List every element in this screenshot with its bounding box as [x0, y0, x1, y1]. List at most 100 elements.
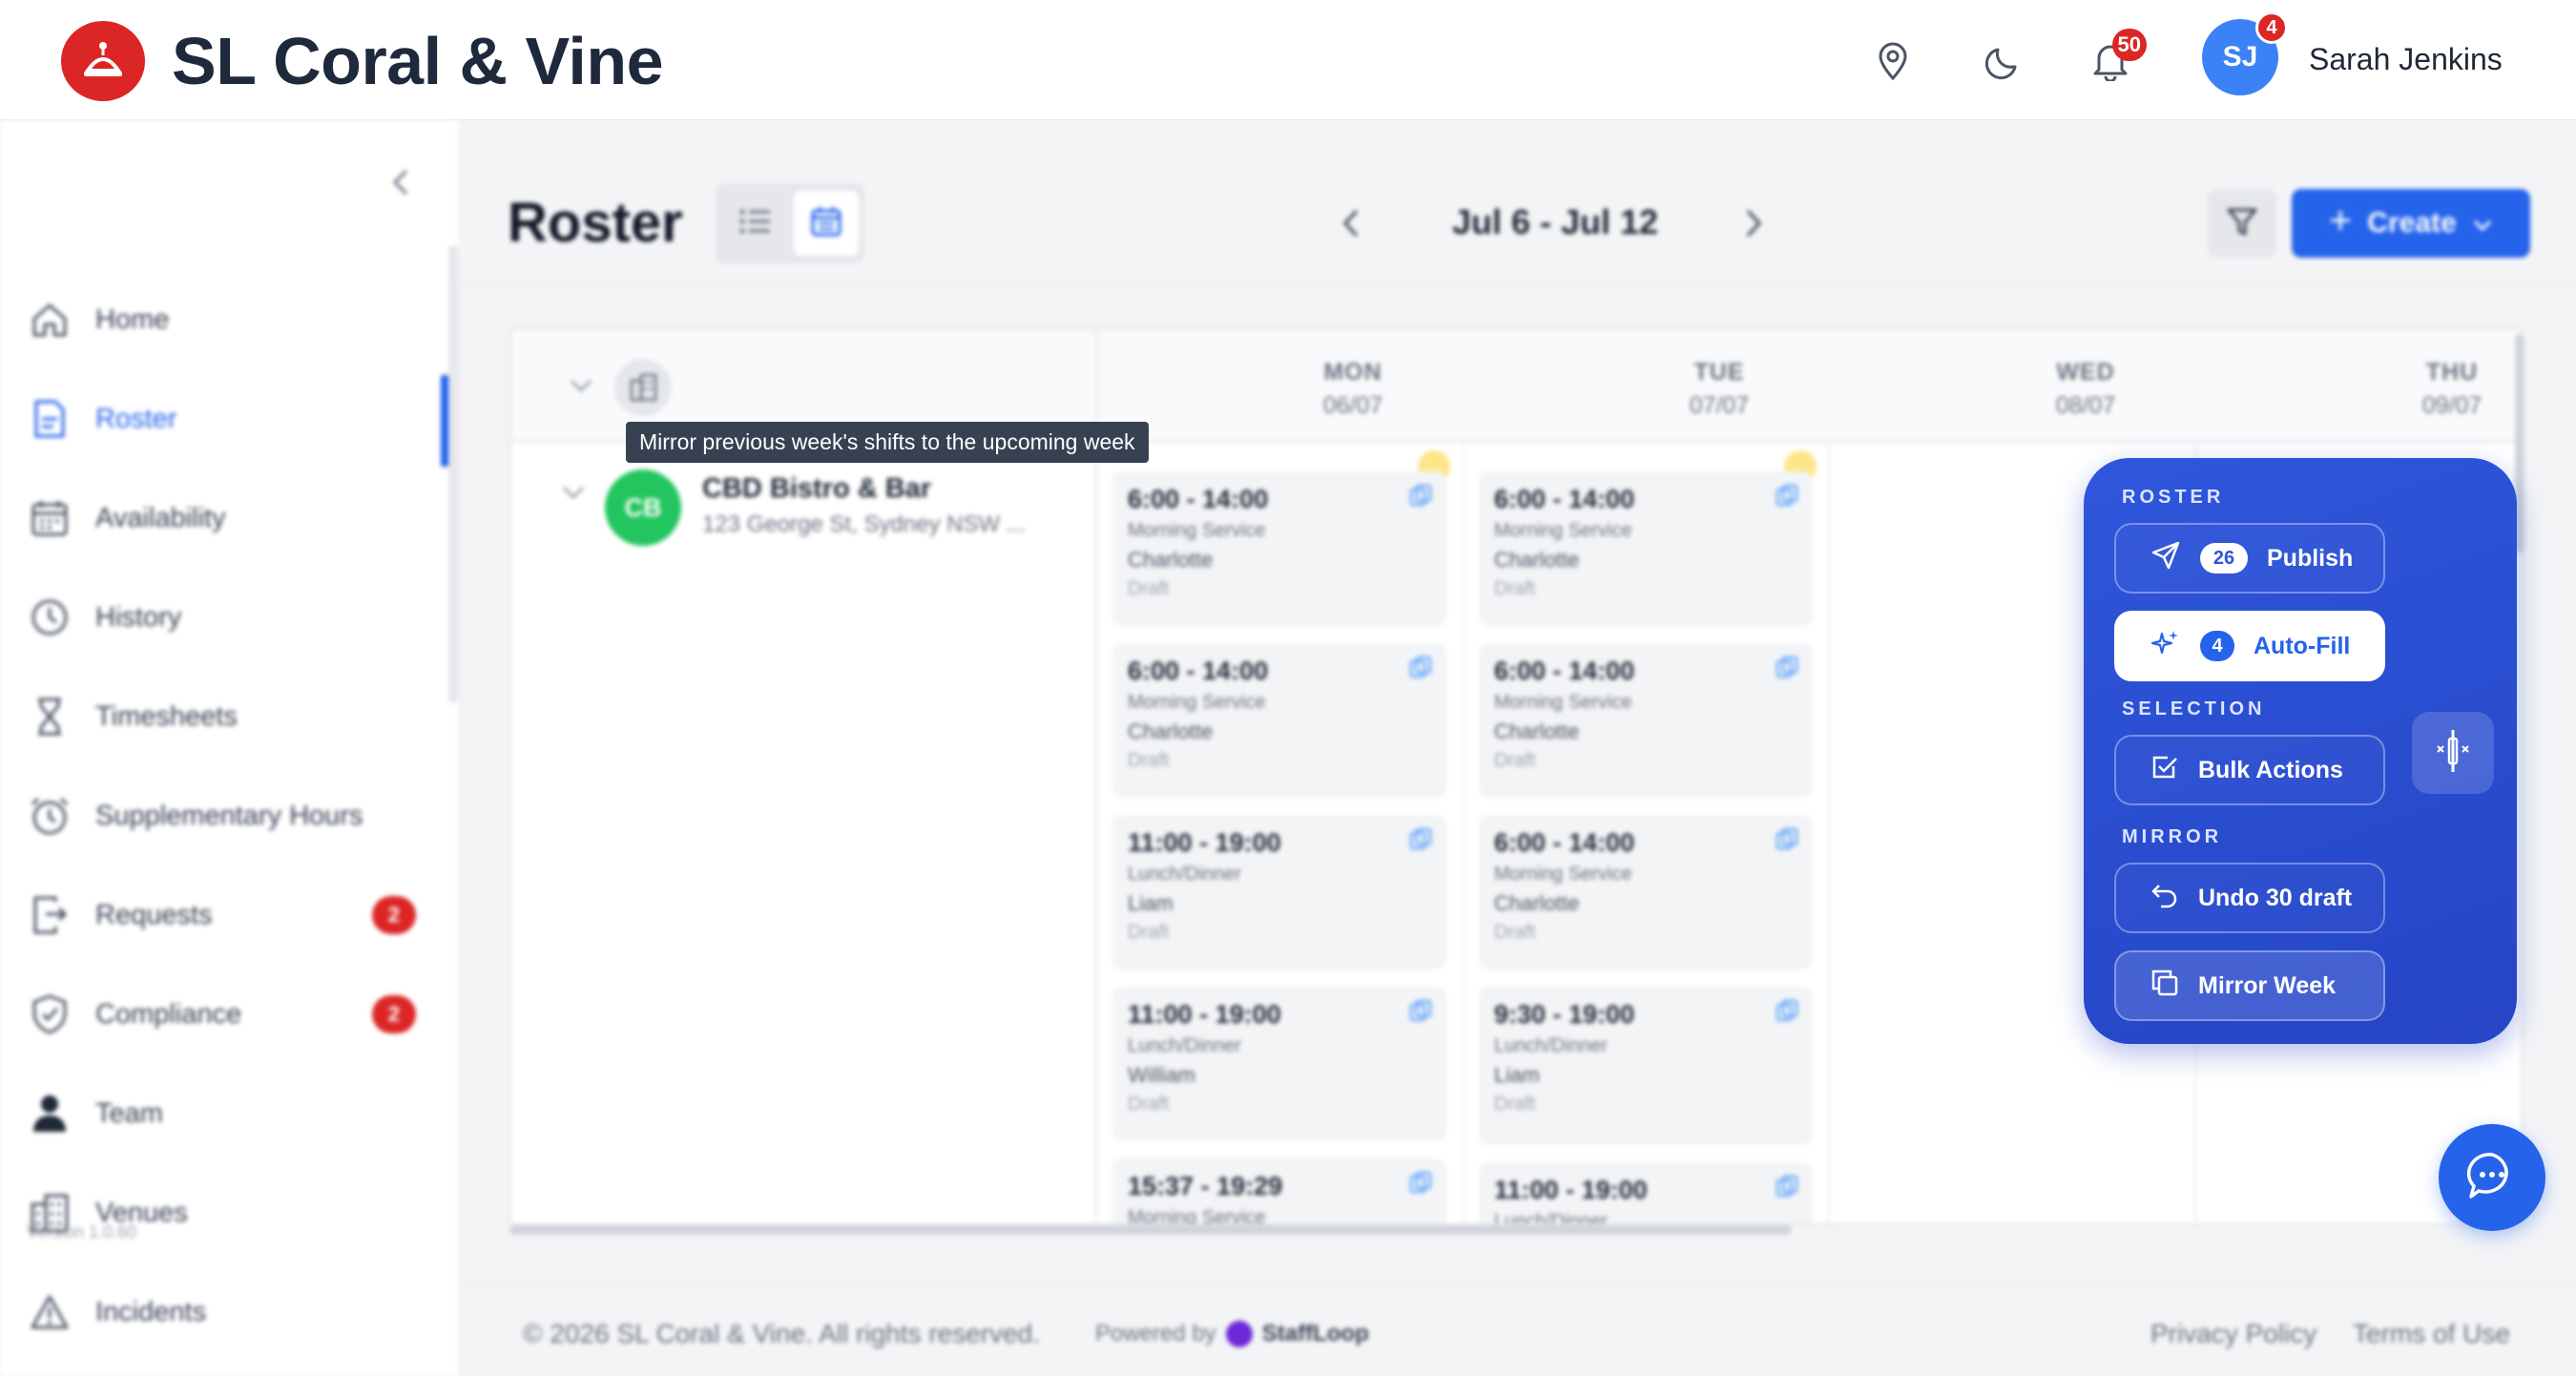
- home-icon: [27, 297, 73, 343]
- user-name[interactable]: Sarah Jenkins: [2309, 42, 2503, 77]
- compliance-count-badge: 2: [372, 995, 416, 1033]
- avatar-badge: 4: [2255, 11, 2288, 44]
- sidebar-item-home[interactable]: Home: [27, 281, 427, 358]
- next-week-chevron-icon[interactable]: [1735, 200, 1773, 246]
- sidebar-scrollbar[interactable]: [448, 245, 458, 703]
- mirror-tooltip: Mirror previous week's shifts to the upc…: [626, 422, 1149, 463]
- venue-name[interactable]: CBD Bistro & Bar: [702, 473, 931, 505]
- copy-icon[interactable]: [1408, 998, 1433, 1023]
- venue-column-divider: [1095, 330, 1097, 1223]
- copy-icon: [2150, 969, 2179, 1004]
- copy-icon[interactable]: [1408, 655, 1433, 679]
- notification-bell-icon[interactable]: 50: [2084, 29, 2147, 88]
- create-button[interactable]: Create: [2292, 189, 2530, 258]
- copy-icon[interactable]: [1775, 998, 1799, 1023]
- sparkles-icon: [2150, 628, 2181, 665]
- roster-action-panel: ROSTER 26 Publish 4 Auto-Fill SELECTION …: [2084, 458, 2517, 1044]
- shift-card[interactable]: 6:00 - 14:00 Morning Service Charlotte D…: [1479, 471, 1813, 626]
- view-toggle: [716, 183, 864, 263]
- shift-card[interactable]: 11:00 - 19:00 Lunch/Dinner: [1479, 1162, 1813, 1223]
- send-icon: [2150, 540, 2181, 577]
- filter-button[interactable]: [2208, 189, 2276, 258]
- request-icon: [27, 892, 73, 938]
- notification-count-badge: 50: [2111, 29, 2147, 61]
- sidebar-item-roster[interactable]: Roster: [27, 381, 427, 457]
- publish-button[interactable]: 26 Publish: [2114, 523, 2385, 594]
- undo-draft-button[interactable]: Undo 30 draft: [2114, 863, 2385, 933]
- sidebar-item-team[interactable]: Team: [27, 1075, 427, 1152]
- sidebar-item-availability[interactable]: Availability: [27, 480, 427, 556]
- copy-icon[interactable]: [1775, 826, 1799, 851]
- copy-icon[interactable]: [1775, 483, 1799, 508]
- shift-card[interactable]: 11:00 - 19:00 Lunch/Dinner William Draft: [1112, 987, 1446, 1141]
- shift-card[interactable]: 6:00 - 14:00 Morning Service Charlotte D…: [1479, 643, 1813, 798]
- column-resize-tool[interactable]: [2412, 712, 2494, 794]
- brand-logo-icon[interactable]: [61, 21, 145, 101]
- calendar-icon: [27, 495, 73, 541]
- hourglass-icon: [27, 694, 73, 740]
- collapse-all-chevron-icon[interactable]: [567, 376, 595, 399]
- filter-icon: [2226, 205, 2258, 242]
- copy-icon[interactable]: [1408, 826, 1433, 851]
- chevron-down-icon: [2472, 207, 2493, 240]
- sidebar-item-timesheets[interactable]: Timesheets: [27, 678, 427, 755]
- sidebar-item-incidents[interactable]: Incidents: [27, 1274, 427, 1350]
- shift-card[interactable]: 6:00 - 14:00 Morning Service Charlotte D…: [1112, 471, 1446, 626]
- clock-icon: [27, 594, 73, 640]
- create-label: Create: [2367, 207, 2457, 239]
- day-header-thu: THU 09/07: [2421, 359, 2483, 419]
- sidebar-item-compliance[interactable]: Compliance 2: [27, 976, 427, 1053]
- copy-icon[interactable]: [1775, 1174, 1799, 1199]
- previous-week-chevron-icon[interactable]: [1332, 200, 1370, 246]
- auto-fill-button[interactable]: 4 Auto-Fill: [2114, 611, 2385, 681]
- bulk-actions-button[interactable]: Bulk Actions: [2114, 735, 2385, 805]
- shift-card[interactable]: 6:00 - 14:00 Morning Service Charlotte D…: [1112, 643, 1446, 798]
- shield-icon: [27, 991, 73, 1037]
- chat-bubble-icon: [2465, 1149, 2519, 1207]
- roster-icon: [27, 396, 73, 442]
- publish-count-badge: 26: [2200, 543, 2248, 573]
- copy-icon[interactable]: [1408, 1170, 1433, 1195]
- day-header-mon: MON 06/07: [1322, 359, 1383, 419]
- moon-icon[interactable]: [1977, 34, 2030, 88]
- calendar-view-button[interactable]: [794, 191, 859, 256]
- shift-card[interactable]: 15:37 - 19:29 Morning Service: [1112, 1158, 1446, 1223]
- day-header-tue: TUE 07/07: [1689, 359, 1750, 419]
- staffloop-logo-icon: [1225, 1321, 1253, 1347]
- top-header: SL Coral & Vine 50 SJ 4 Sarah Jenkins: [0, 0, 2576, 120]
- grid-horizontal-scrollbar[interactable]: [509, 1225, 1792, 1235]
- list-icon: [739, 208, 772, 240]
- shift-card[interactable]: 9:30 - 19:00 Lunch/Dinner Liam Draft: [1479, 987, 1813, 1145]
- mirror-week-button[interactable]: Mirror Week: [2114, 950, 2385, 1021]
- day-divider: [1828, 443, 1830, 1223]
- copyright: © 2026 SL Coral & Vine. All rights reser…: [523, 1319, 1041, 1348]
- privacy-policy-link[interactable]: Privacy Policy: [2150, 1319, 2316, 1349]
- plus-icon: [2329, 207, 2352, 240]
- auto-fill-count-badge: 4: [2200, 631, 2234, 661]
- page-title: Roster: [508, 192, 683, 254]
- powered-brand[interactable]: StaffLoop: [1262, 1321, 1369, 1347]
- location-pin-icon[interactable]: [1866, 34, 1920, 88]
- sidebar-collapse-chevron-icon[interactable]: [378, 159, 424, 205]
- shift-card[interactable]: 6:00 - 14:00 Morning Service Charlotte D…: [1479, 815, 1813, 969]
- sidebar-item-history[interactable]: History: [27, 579, 427, 656]
- week-range[interactable]: Jul 6 - Jul 12: [1412, 202, 1698, 242]
- mirror-venue-building-icon[interactable]: [614, 359, 672, 416]
- section-label-roster: ROSTER: [2122, 487, 2225, 508]
- shift-card[interactable]: 11:00 - 19:00 Lunch/Dinner Liam Draft: [1112, 815, 1446, 969]
- checkbox-icon: [2150, 753, 2179, 788]
- sidebar-item-requests[interactable]: Requests 2: [27, 877, 427, 953]
- person-icon: [27, 1091, 73, 1136]
- copy-icon[interactable]: [1775, 655, 1799, 679]
- list-view-button[interactable]: [723, 191, 788, 256]
- copy-icon[interactable]: [1408, 483, 1433, 508]
- sidebar-item-supplementary-hours[interactable]: Supplementary Hours: [27, 778, 427, 854]
- venue-collapse-chevron-icon[interactable]: [559, 483, 588, 506]
- day-header-wed: WED 08/07: [2055, 359, 2116, 419]
- split-column-icon: [2434, 727, 2472, 780]
- sidebar: Home Roster Availability History Timeshe…: [0, 121, 460, 1376]
- terms-of-use-link[interactable]: Terms of Use: [2353, 1319, 2510, 1349]
- calendar-view-icon: [810, 205, 842, 242]
- requests-count-badge: 2: [372, 896, 416, 934]
- chat-button[interactable]: [2439, 1124, 2545, 1231]
